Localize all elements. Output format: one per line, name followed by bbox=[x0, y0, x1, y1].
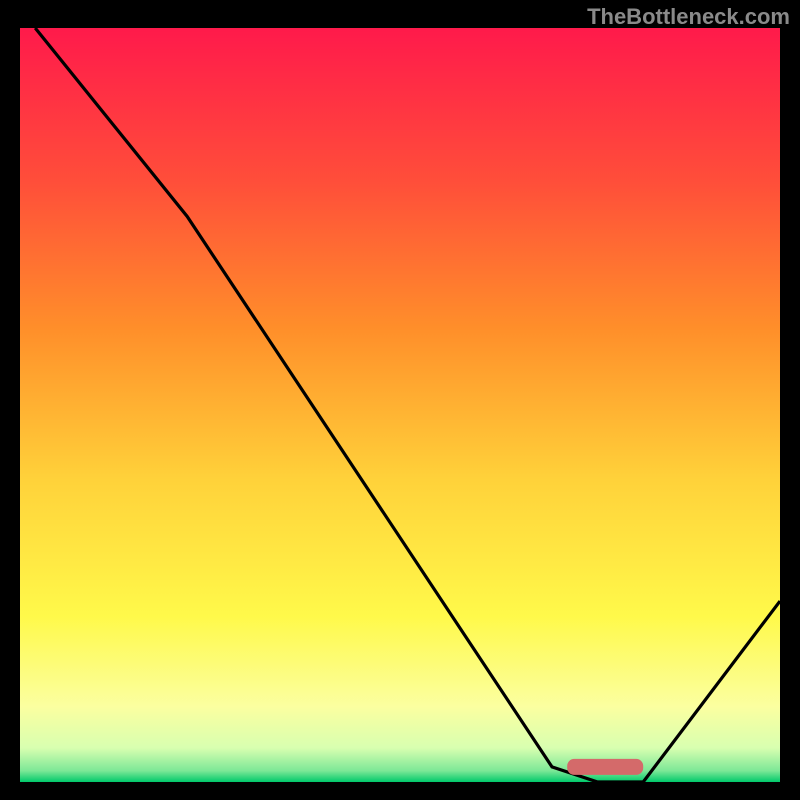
plot-background bbox=[20, 28, 780, 782]
optimal-range-marker bbox=[567, 759, 643, 775]
bottleneck-chart: TheBottleneck.com bbox=[0, 0, 800, 800]
chart-svg bbox=[0, 0, 800, 800]
attribution-label: TheBottleneck.com bbox=[587, 4, 790, 30]
